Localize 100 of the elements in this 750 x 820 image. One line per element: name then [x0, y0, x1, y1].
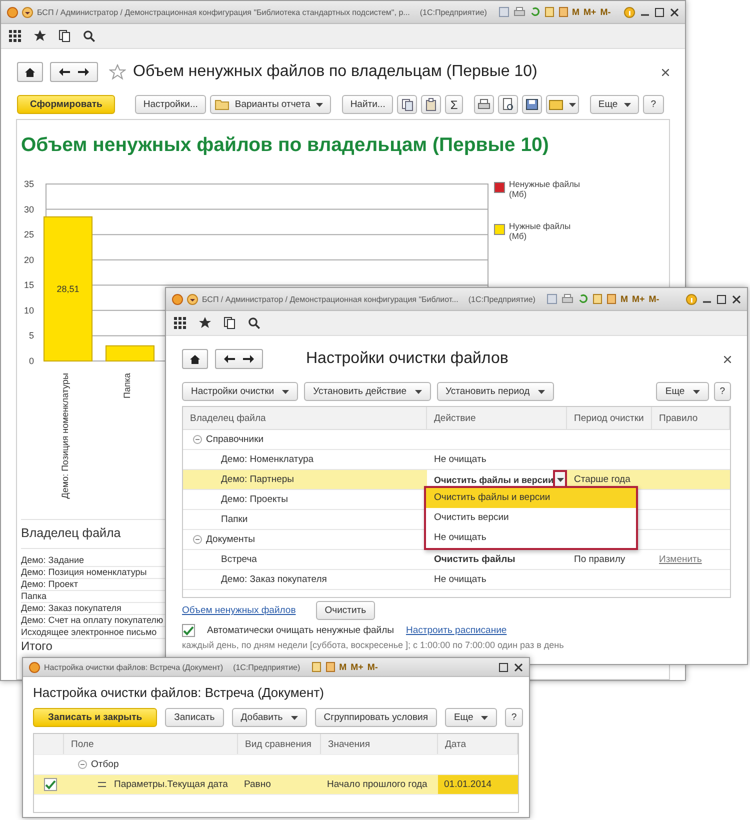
help-button[interactable]: ?	[505, 708, 523, 727]
maximize-icon[interactable]	[499, 662, 508, 672]
memory-button[interactable]: M+	[583, 7, 596, 17]
memory-button[interactable]: M	[572, 7, 580, 17]
menu-icon[interactable]	[22, 6, 33, 18]
printer-icon[interactable]	[514, 7, 525, 17]
memory-button[interactable]: M-	[600, 7, 611, 17]
schedule-link[interactable]: Настроить расписание	[406, 625, 507, 636]
toolbar-button[interactable]: Настройки...	[135, 95, 206, 114]
memory-button[interactable]: M	[620, 294, 628, 304]
date-cell[interactable]: 01.01.2014	[438, 775, 518, 794]
paste-icon	[424, 98, 438, 111]
table-row[interactable]: Демо: Партнеры Очистить файлы и версии Старше года	[183, 470, 730, 490]
collapse-icon[interactable]	[193, 435, 202, 444]
tick-label: 20	[24, 254, 34, 265]
change-link[interactable]: Изменить	[659, 554, 702, 565]
grid-icon[interactable]	[9, 30, 21, 42]
memory-button[interactable]: M+	[632, 294, 645, 304]
window-title: БСП / Администратор / Демонстрационная конфигурация "Библиот...	[202, 294, 458, 304]
menu-button[interactable]: Добавить	[232, 708, 307, 727]
table-cell-text: По правилу	[573, 554, 626, 565]
logo-icon[interactable]	[29, 662, 40, 672]
sum-button[interactable]: Σ	[445, 95, 463, 114]
column-header[interactable]: Значения	[321, 734, 438, 754]
menu-button[interactable]: Еще	[590, 95, 639, 114]
checkbox[interactable]	[182, 624, 195, 637]
home-button[interactable]	[182, 349, 208, 369]
category-label: Демо: Позиция номенклатуры	[60, 373, 70, 499]
clear-button[interactable]: Очистить	[316, 601, 376, 620]
column-header[interactable]: Поле	[64, 734, 238, 754]
table-cell-text: Демо: Номенклатура	[220, 454, 315, 465]
menu-button[interactable]: Варианты отчета	[210, 95, 332, 114]
group-label: Справочники	[206, 434, 264, 445]
caret-icon	[414, 390, 422, 394]
star-outline-icon[interactable]	[109, 64, 126, 80]
dropdown-option[interactable]: Очистить файлы и версии	[426, 488, 636, 508]
menu-button[interactable]: Еще	[444, 708, 498, 727]
refresh-icon[interactable]	[530, 7, 540, 17]
column-header[interactable]: Владелец файла	[183, 407, 427, 429]
collapse-icon[interactable]	[193, 535, 202, 544]
grid-icon[interactable]	[174, 317, 186, 329]
search-icon[interactable]	[83, 30, 95, 42]
menu-button[interactable]: Еще	[656, 382, 709, 401]
menu-icon[interactable]	[187, 294, 198, 304]
collapse-icon[interactable]	[78, 760, 87, 769]
close-icon[interactable]	[732, 294, 741, 304]
printer-button[interactable]	[474, 95, 494, 114]
mail-button[interactable]	[546, 95, 579, 114]
toolbar-button[interactable]: Записать	[165, 708, 224, 727]
history-icon[interactable]	[59, 30, 70, 42]
close-icon[interactable]	[662, 68, 669, 76]
memory-button[interactable]: M+	[350, 662, 364, 672]
column-header[interactable]: Период очистки	[567, 407, 652, 429]
search-icon[interactable]	[248, 317, 260, 329]
memory-button[interactable]: M-	[648, 294, 660, 304]
memory-button[interactable]: M-	[367, 662, 378, 672]
menu-button[interactable]: Установить период	[436, 382, 554, 401]
caret-icon	[568, 102, 576, 106]
copy-button[interactable]	[397, 95, 418, 114]
history-icon[interactable]	[224, 317, 235, 329]
tick-label: 30	[24, 204, 34, 214]
home-button[interactable]	[17, 62, 43, 82]
back-forward-button[interactable]	[215, 349, 263, 369]
checkbox[interactable]	[44, 778, 57, 791]
legend-label: Нужные файлы (Мб)	[509, 221, 572, 241]
action-button[interactable]: Сформировать	[17, 95, 116, 114]
maximize-icon[interactable]	[717, 294, 726, 304]
star-icon[interactable]	[34, 30, 46, 42]
info-icon[interactable]	[624, 6, 635, 18]
toolbar-button[interactable]: Найти...	[342, 95, 394, 114]
action-button[interactable]: Записать и закрыть	[33, 708, 158, 727]
table-cell-text: Демо: Проекты	[220, 494, 289, 505]
close-icon[interactable]	[724, 356, 731, 362]
logo-icon[interactable]	[7, 6, 18, 18]
column-header[interactable]: Вид сравнения	[238, 734, 321, 754]
menu-button[interactable]: Установить действие	[304, 382, 430, 401]
info-icon[interactable]	[686, 294, 697, 304]
column-header[interactable]: Дата	[438, 734, 518, 754]
refresh-icon[interactable]	[578, 294, 588, 304]
menu-button[interactable]: Настройки очистки	[182, 382, 298, 401]
toolbar-button[interactable]: Сгруппировать условия	[314, 708, 437, 727]
printer-icon[interactable]	[562, 294, 574, 304]
table-row[interactable]: Параметры.Текущая дата Равно Начало прошлого года 01.01.2014	[34, 775, 518, 795]
help-button[interactable]: ?	[642, 95, 664, 114]
volume-link[interactable]: Объем ненужных файлов	[182, 605, 296, 616]
logo-icon[interactable]	[172, 294, 183, 304]
memory-button[interactable]: M	[339, 662, 347, 672]
preview-button[interactable]	[498, 95, 518, 114]
close-icon[interactable]	[514, 662, 523, 672]
paste-button[interactable]	[421, 95, 442, 114]
column-header[interactable]: Правило	[652, 407, 730, 429]
star-icon[interactable]	[199, 317, 211, 329]
maximize-icon[interactable]	[655, 8, 664, 16]
back-forward-button[interactable]	[50, 62, 98, 82]
column-header[interactable]: Действие	[427, 407, 567, 429]
dropdown-option[interactable]: Не очищать	[426, 528, 636, 548]
dropdown-option[interactable]: Очистить версии	[426, 508, 636, 528]
help-button[interactable]: ?	[714, 382, 731, 401]
save-button[interactable]	[522, 95, 542, 114]
close-icon[interactable]	[670, 8, 679, 16]
